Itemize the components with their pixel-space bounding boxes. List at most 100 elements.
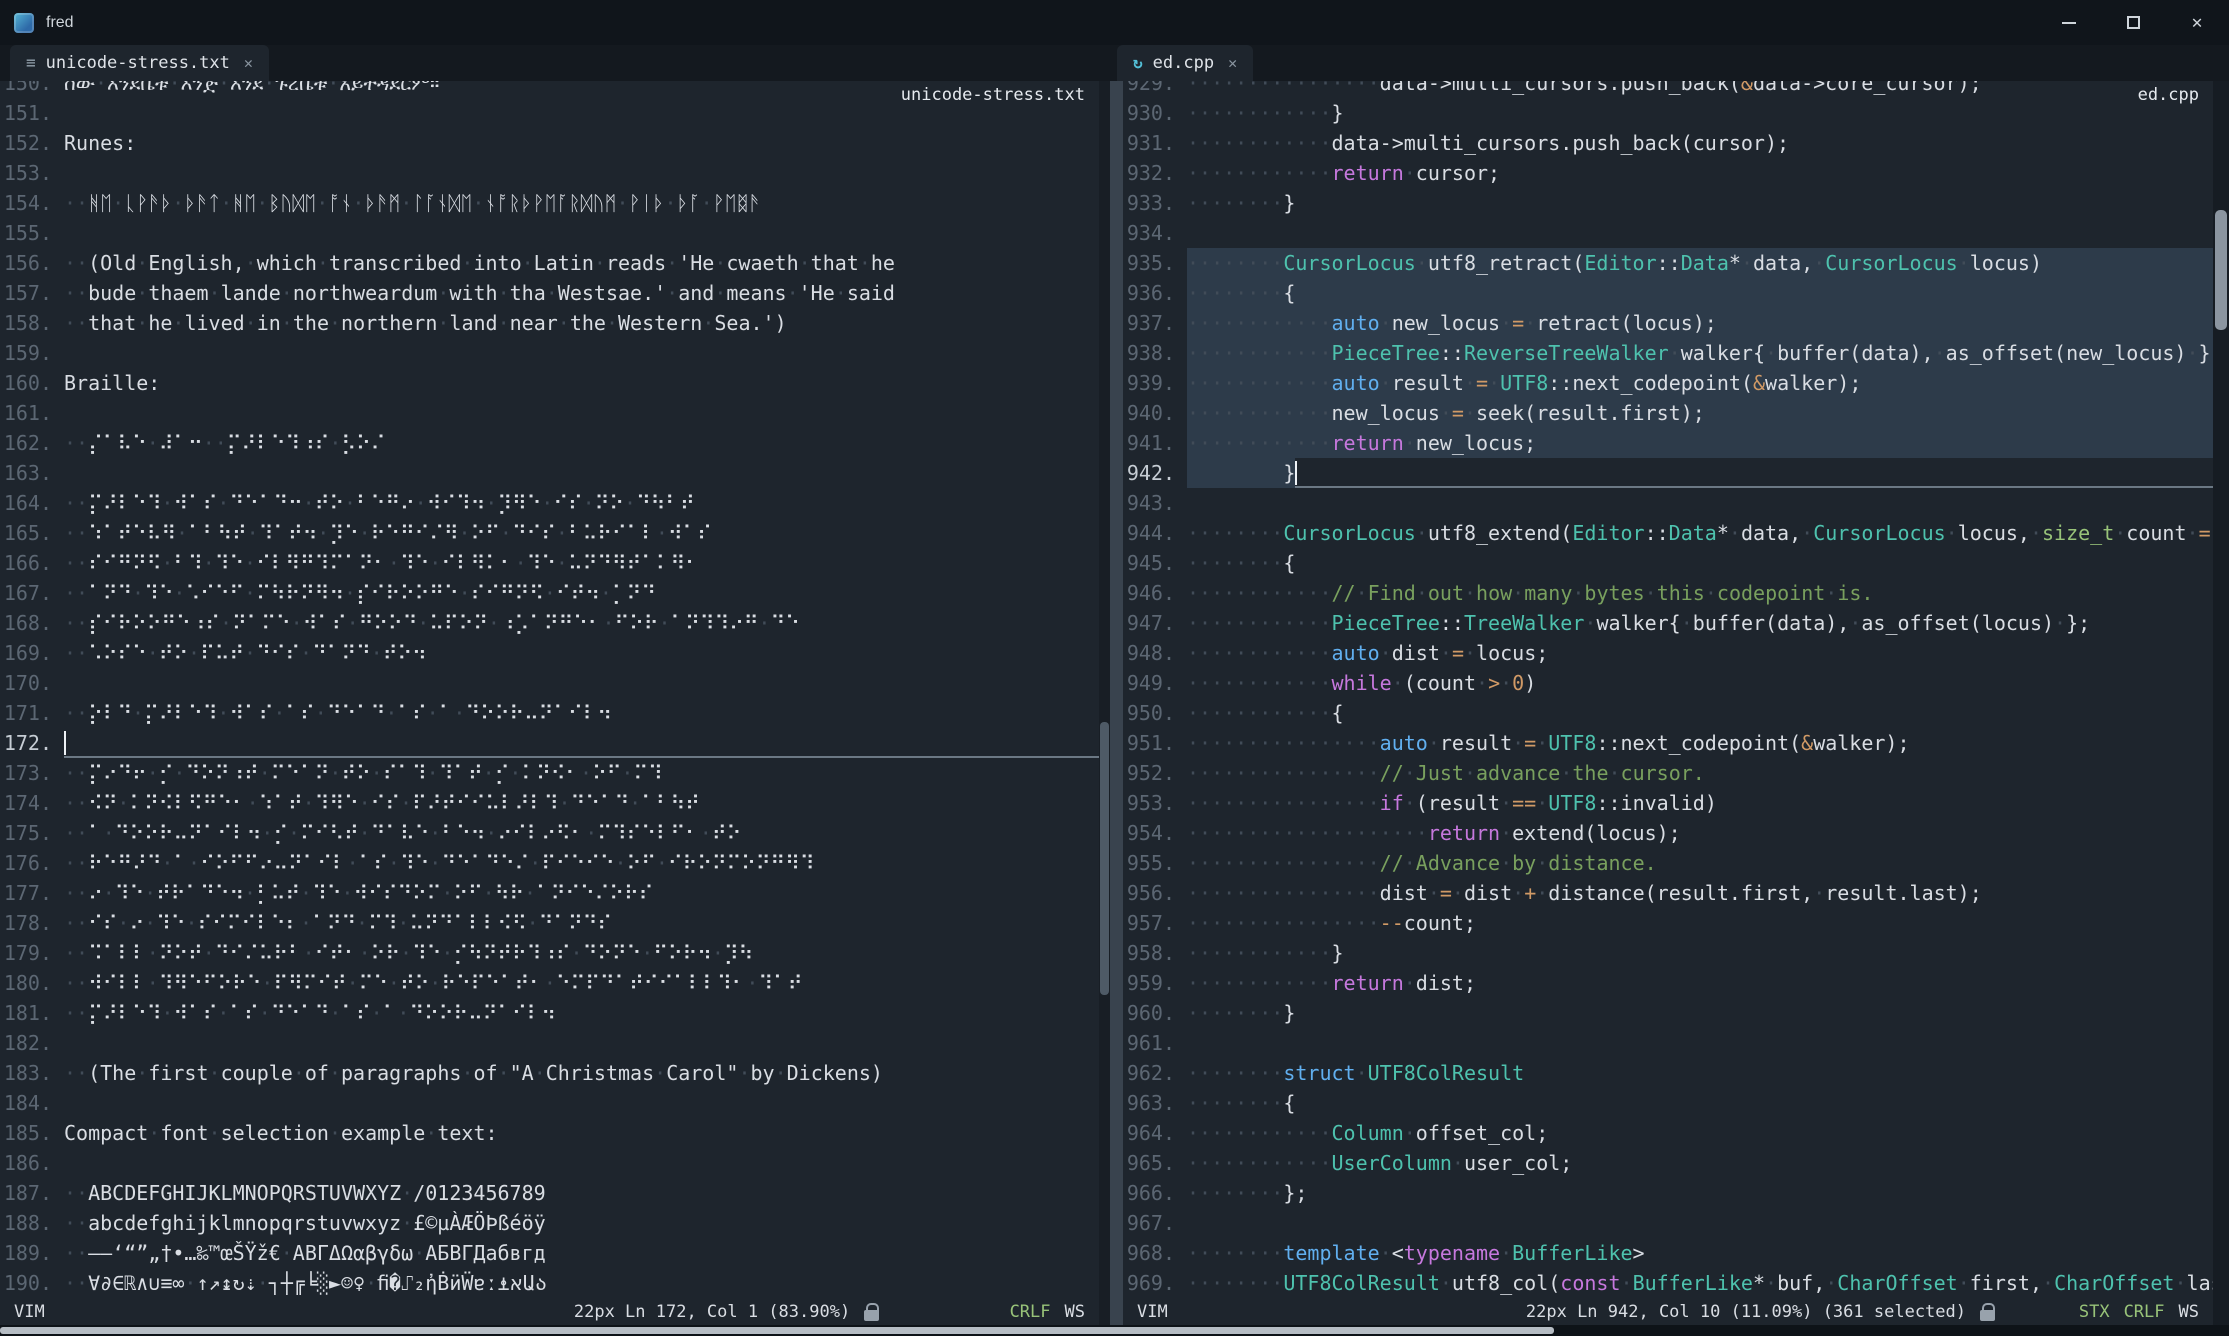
- pane-divider[interactable]: [1099, 81, 1123, 1325]
- line-text[interactable]: [64, 1088, 1099, 1118]
- line-text[interactable]: [64, 398, 1099, 428]
- line-text[interactable]: ············//·Find·out·how·many·bytes·t…: [1187, 578, 2213, 608]
- text-cursor: [1295, 461, 1297, 485]
- line-text[interactable]: ··⠪⠝·⠅⠝⠪⠇⠫⠛⠑⠂·⠱⠁⠞·⠹⠻⠑·⠊⠎·⠏⠜⠞⠊⠊⠥⠇⠜⠇⠹·⠙⠑⠁⠙…: [64, 788, 1099, 818]
- line-text[interactable]: ············return·cursor;: [1187, 158, 2213, 188]
- line-text[interactable]: [64, 158, 1099, 188]
- line-text[interactable]: ········};: [1187, 1178, 2213, 1208]
- line-text[interactable]: ····················return·extend(locus)…: [1187, 818, 2213, 848]
- line-text[interactable]: ········{: [1187, 548, 2213, 578]
- line-text[interactable]: ········template·<typename·BufferLike>: [1187, 1238, 2213, 1268]
- line-text[interactable]: ··(Old·English,·which·transcribed·into·L…: [64, 248, 1099, 278]
- line-text[interactable]: ············new_locus·=·seek(result.firs…: [1187, 398, 2213, 428]
- line-text[interactable]: ················auto·result·=·UTF8::next…: [1187, 728, 2213, 758]
- line-text[interactable]: ··∀∂∈ℝ∧∪≡∞·↑↗↨↻⇣·┐┼╔╘░►☺♀·ﬁ�⑀₂ἠḂӥẄɐː⍎אԱა: [64, 1268, 1099, 1298]
- line-text[interactable]: [64, 1028, 1099, 1058]
- line-text[interactable]: ··⡕⠇⠙·⡍⠜⠇⠑⠹·⠺⠁⠎·⠁⠎·⠙⠑⠁⠙·⠁⠎·⠁·⠙⠕⠕⠗⠤⠝⠁⠊⠇⠲: [64, 698, 1099, 728]
- line-text[interactable]: [1187, 218, 2213, 248]
- line-text[interactable]: ········CursorLocus·utf8_extend(Editor::…: [1187, 518, 2213, 548]
- line-text[interactable]: ··–—‘“”„†•…‰™œŠŸž€·ΑΒΓΔΩαβγδω·АБВГДабвгд: [64, 1238, 1099, 1268]
- line-text[interactable]: ··ABCDEFGHIJKLMNOPQRSTUVWXYZ·/0123456789: [64, 1178, 1099, 1208]
- line-text[interactable]: Runes:: [64, 128, 1099, 158]
- line-text[interactable]: ··⡍⠜⠇⠑⠹·⠺⠁⠎·⠙⠑⠁⠙⠒·⠞⠕·⠃⠑⠛⠔·⠺⠊⠹⠲·⡹⠻⠑·⠊⠎·⠝⠕…: [64, 488, 1099, 518]
- line-text[interactable]: ··⠱⠁⠞⠑⠧⠻·⠁⠃⠳⠞·⠹⠁⠞⠲·⡹⠑·⠗⠑⠛⠊⠌⠻·⠕⠋·⠙⠊⠎·⠃⠥⠗⠊…: [64, 518, 1099, 548]
- line-text[interactable]: ············PieceTree::TreeWalker·walker…: [1187, 608, 2213, 638]
- line-text[interactable]: [64, 338, 1099, 368]
- line-text[interactable]: ··⠊⠎·⠔·⠹⠑·⠎⠊⠍⠊⠇⠑⠆·⠁⠝⠙·⠍⠹·⠥⠝⠙⠁⠇⠇⠪⠫·⠙⠁⠝⠙⠎: [64, 908, 1099, 938]
- line-text[interactable]: ··⠎⠊⠛⠝⠫·⠃⠹·⠹⠑·⠊⠇⠻⠛⠹⠍⠁⠝⠂·⠹⠑·⠊⠇⠻⠅⠂·⠹⠑·⠥⠝⠙⠻…: [64, 548, 1099, 578]
- tab-close-icon[interactable]: ✕: [244, 54, 253, 72]
- line-text[interactable]: ··⠗⠑⠛⠜⠙·⠁·⠊⠕⠋⠋⠔⠤⠝⠁⠊⠇·⠁⠎·⠹⠑·⠙⠑⠁⠙⠑⠌·⠏⠊⠑⠊⠑·…: [64, 848, 1099, 878]
- line-text[interactable]: [64, 218, 1099, 248]
- line-text[interactable]: [1187, 1208, 2213, 1238]
- line-text[interactable]: ··(The·first·couple·of·paragraphs·of·"A·…: [64, 1058, 1099, 1088]
- line-text[interactable]: ············return·new_locus;: [1187, 428, 2213, 458]
- line-text[interactable]: ········UTF8ColResult·utf8_col(const·Buf…: [1187, 1268, 2213, 1298]
- maximize-button[interactable]: [2101, 0, 2165, 45]
- line-text[interactable]: ············{: [1187, 698, 2213, 728]
- line-text[interactable]: ··bude·thaem·lande·northweardum·with·tha…: [64, 278, 1099, 308]
- line-text[interactable]: Braille:: [64, 368, 1099, 398]
- line-text[interactable]: ················dist·=·dist·+·distance(r…: [1187, 878, 2213, 908]
- line-text[interactable]: ··⠁·⠙⠕⠕⠗⠤⠝⠁⠊⠇⠲·⡊·⠍⠊⠣⠞·⠙⠁⠧⠑·⠃⠑⠲·⠔⠊⠇⠔⠫⠂·⠍⠹…: [64, 818, 1099, 848]
- line-text[interactable]: ············}: [1187, 98, 2213, 128]
- line-text[interactable]: ··⡍⠔⠙⠖·⡊·⠙⠕⠝⠰⠞·⠍⠑⠁⠝·⠞⠕·⠎⠁⠹·⠹⠁⠞·⡊·⠅⠝⠪⠂·⠕⠋…: [64, 758, 1099, 788]
- line-text[interactable]: ········struct·UTF8ColResult: [1187, 1058, 2213, 1088]
- line-text[interactable]: ············}: [1187, 938, 2213, 968]
- line-text[interactable]: ················//·Advance·by·distance.: [1187, 848, 2213, 878]
- editor-line: 166.··⠎⠊⠛⠝⠫·⠃⠹·⠹⠑·⠊⠇⠻⠛⠹⠍⠁⠝⠂·⠹⠑·⠊⠇⠻⠅⠂·⠹⠑·…: [0, 548, 1099, 578]
- right-vertical-scrollbar[interactable]: [2213, 81, 2229, 1325]
- minimize-button[interactable]: [2037, 0, 2101, 45]
- line-text[interactable]: ················if·(result·==·UTF8::inva…: [1187, 788, 2213, 818]
- tab-ed-cpp[interactable]: ↻ ed.cpp ✕: [1117, 45, 1253, 81]
- line-text[interactable]: ············PieceTree::ReverseTreeWalker…: [1187, 338, 2213, 368]
- line-text[interactable]: ··ᚻᛖ·ᚳᚹᚫᚦ·ᚦᚫᛏ·ᚻᛖ·ᛒᚢᛞᛖ·ᚩᚾ·ᚦᚫᛗ·ᛚᚪᚾᛞᛖ·ᚾᚩᚱᚦᚹ…: [64, 188, 1099, 218]
- lock-icon[interactable]: [1980, 1310, 1995, 1321]
- line-text[interactable]: ········}: [1187, 458, 2213, 488]
- left-vertical-scrollbar-thumb[interactable]: [1100, 722, 1109, 995]
- line-text[interactable]: ··⡎⠊⠗⠕⠕⠛⠑⠰⠎·⠝⠁⠍⠑·⠺⠁⠎·⠛⠕⠕⠙·⠥⠏⠕⠝·⠰⡡⠁⠝⠛⠑⠂·⠋…: [64, 608, 1099, 638]
- line-text[interactable]: ········}: [1187, 188, 2213, 218]
- line-text[interactable]: ············auto·result·=·UTF8::next_cod…: [1187, 368, 2213, 398]
- line-text[interactable]: [64, 668, 1099, 698]
- line-text[interactable]: ············auto·new_locus·=·retract(loc…: [1187, 308, 2213, 338]
- line-text[interactable]: ············while·(count·>·0): [1187, 668, 2213, 698]
- line-text[interactable]: Compact·font·selection·example·text:: [64, 1118, 1099, 1148]
- line-text[interactable]: ················data->multi_cursors.push…: [1187, 81, 2213, 98]
- line-text[interactable]: ··⠡⠕⠎⠑·⠞⠕·⠏⠥⠞·⠙⠊⠎·⠙⠁⠝⠙·⠞⠕⠲: [64, 638, 1099, 668]
- line-text[interactable]: ········{: [1187, 278, 2213, 308]
- line-text[interactable]: ··⠩⠁⠇⠇·⠝⠕⠞·⠙⠊⠌⠥⠗⠃·⠊⠞⠂·⠕⠗·⠹⠑·⡊⠳⠝⠞⠗⠹⠰⠎·⠙⠕⠝…: [64, 938, 1099, 968]
- lock-icon[interactable]: [864, 1310, 879, 1321]
- close-button[interactable]: ✕: [2165, 0, 2229, 45]
- line-text[interactable]: ··⠺⠊⠇⠇·⠹⠻⠑⠋⠕⠗⠑·⠏⠻⠍⠊⠞·⠍⠑·⠞⠕·⠗⠑⠏⠑⠁⠞⠂·⠑⠍⠏⠙⠁…: [64, 968, 1099, 998]
- line-text[interactable]: ········{: [1187, 1088, 2213, 1118]
- tab-close-icon[interactable]: ✕: [1228, 54, 1237, 72]
- line-text[interactable]: [1187, 1028, 2213, 1058]
- horizontal-scrollbar-thumb[interactable]: [0, 1327, 1554, 1334]
- line-text[interactable]: ············data->multi_cursors.push_bac…: [1187, 128, 2213, 158]
- line-text[interactable]: [64, 458, 1099, 488]
- line-text[interactable]: ··⠁⠝⠙·⠹⠑·⠡⠊⠑⠋·⠍⠳⠗⠝⠻⠲·⡎⠊⠗⠕⠕⠛⠑·⠎⠊⠛⠝⠫·⠊⠞⠲·⡁…: [64, 578, 1099, 608]
- left-editor-content[interactable]: 150.ሰው·እንደቤቱ·እንጅ·እንደ·ጉረቤቱ·አይተዳደርም።151.15…: [0, 81, 1099, 1300]
- tab-unicode-stress-txt[interactable]: ≡ unicode-stress.txt ✕: [10, 45, 269, 81]
- line-number: 185.: [0, 1118, 64, 1148]
- horizontal-scrollbar[interactable]: [0, 1325, 2229, 1336]
- line-text[interactable]: ··abcdefghijklmnopqrstuvwxyz·£©µÀÆÖÞßéöÿ: [64, 1208, 1099, 1238]
- line-text[interactable]: ········}: [1187, 998, 2213, 1028]
- line-text[interactable]: ············return·dist;: [1187, 968, 2213, 998]
- line-text[interactable]: ··⠔·⠹⠑·⠞⠗⠁⠙⠑⠲·⡃⠥⠞·⠹⠑·⠺⠊⠎⠙⠕⠍·⠕⠋·⠳⠗·⠁⠝⠊⠑⠌⠕…: [64, 878, 1099, 908]
- right-editor-content[interactable]: 929.················data->multi_cursors.…: [1123, 81, 2213, 1300]
- line-text[interactable]: [64, 728, 1099, 758]
- line-text[interactable]: ················--count;: [1187, 908, 2213, 938]
- line-text[interactable]: ··that·he·lived·in·the·northern·land·nea…: [64, 308, 1099, 338]
- line-text[interactable]: ············auto·dist·=·locus;: [1187, 638, 2213, 668]
- line-text[interactable]: ············UserColumn·user_col;: [1187, 1148, 2213, 1178]
- line-text[interactable]: ··⡌⠁⠧⠑·⠼⠁⠒··⡍⠜⠇⠑⠹⠰⠎·⡣⠕⠌: [64, 428, 1099, 458]
- line-text[interactable]: ············Column·offset_col;: [1187, 1118, 2213, 1148]
- line-text[interactable]: ··⡍⠜⠇⠑⠹·⠺⠁⠎·⠁⠎·⠙⠑⠁⠙·⠁⠎·⠁·⠙⠕⠕⠗⠤⠝⠁⠊⠇⠲: [64, 998, 1099, 1028]
- line-text[interactable]: ········CursorLocus·utf8_retract(Editor:…: [1187, 248, 2213, 278]
- line-text[interactable]: [64, 1148, 1099, 1178]
- right-vertical-scrollbar-thumb[interactable]: [2215, 210, 2227, 330]
- line-text[interactable]: [1187, 488, 2213, 518]
- line-text[interactable]: ················//·Just·advance·the·curs…: [1187, 758, 2213, 788]
